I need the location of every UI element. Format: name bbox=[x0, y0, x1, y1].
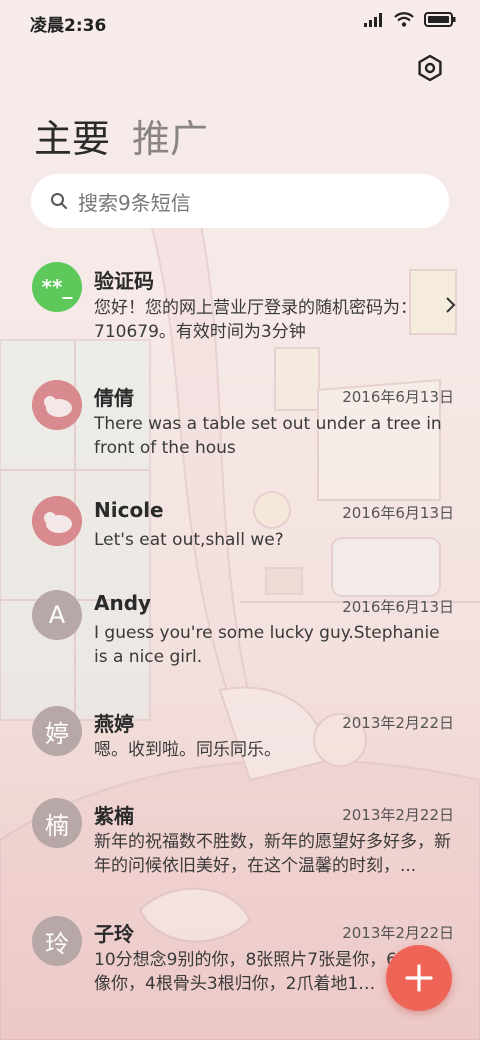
photo-avatar-icon bbox=[32, 380, 82, 430]
message-preview: Let's eat out,shall we? bbox=[94, 530, 284, 550]
battery-icon bbox=[424, 12, 456, 27]
tab-promotions[interactable]: 推广 bbox=[132, 108, 208, 163]
sender-name: 紫楠 bbox=[94, 804, 134, 828]
message-item[interactable]: A Andy 2016年6月13日 I guess you're some lu… bbox=[0, 588, 480, 688]
avatar bbox=[32, 496, 82, 546]
avatar-label: 婷 bbox=[45, 719, 69, 748]
tab-bar: 主要 推广 bbox=[34, 108, 208, 163]
tab-primary[interactable]: 主要 bbox=[34, 108, 110, 163]
avatar bbox=[32, 380, 82, 430]
plus-icon bbox=[405, 964, 433, 992]
message-item[interactable]: 婷 燕婷 2013年2月22日 嗯。收到啦。同乐同乐。 bbox=[0, 704, 480, 774]
status-bar: 凌晨2:36 bbox=[0, 0, 480, 42]
search-bar[interactable]: 搜索9条短信 bbox=[31, 174, 449, 228]
avatar-label: A bbox=[48, 601, 66, 629]
status-time: 凌晨2:36 bbox=[30, 16, 107, 36]
message-date: 2013年2月22日 bbox=[342, 806, 454, 824]
avatar-label: 玲 bbox=[45, 929, 69, 958]
avatar: A bbox=[32, 590, 82, 640]
message-preview: 新年的祝福数不胜数，新年的愿望好多好多，新年的问候依旧美好，在这个温馨的时刻，.… bbox=[94, 832, 451, 876]
photo-avatar-icon bbox=[32, 496, 82, 546]
message-item[interactable]: 倩倩 2016年6月13日 There was a table set out … bbox=[0, 378, 480, 478]
settings-gear-icon[interactable] bbox=[416, 54, 444, 82]
message-preview: I guess you're some lucky guy.Stephanie … bbox=[94, 623, 440, 667]
message-item-verification[interactable]: **_ 验证码 您好！您的网上营业厅登录的随机密码为：710679。有效时间为3… bbox=[0, 258, 480, 358]
message-preview: There was a table set out under a tree i… bbox=[94, 414, 442, 458]
sender-name: Nicole bbox=[94, 498, 164, 522]
signal-icon bbox=[364, 12, 382, 27]
message-preview: 您好！您的网上营业厅登录的随机密码为：710679。有效时间为3分钟 bbox=[94, 298, 417, 342]
avatar: 楠 bbox=[32, 798, 82, 848]
message-item[interactable]: 楠 紫楠 2013年2月22日 新年的祝福数不胜数，新年的愿望好多好多，新年的问… bbox=[0, 796, 480, 896]
wifi-icon bbox=[394, 12, 414, 27]
sender-name: 燕婷 bbox=[94, 712, 134, 736]
search-icon bbox=[51, 193, 67, 209]
message-date: 2016年6月13日 bbox=[342, 388, 454, 406]
sender-name: 倩倩 bbox=[94, 386, 134, 410]
chevron-right-icon bbox=[446, 297, 456, 313]
avatar: 玲 bbox=[32, 916, 82, 966]
compose-button[interactable] bbox=[386, 945, 452, 1011]
sender-name: Andy bbox=[94, 591, 152, 615]
search-placeholder: 搜索9条短信 bbox=[78, 190, 191, 215]
message-preview: 嗯。收到啦。同乐同乐。 bbox=[94, 740, 281, 760]
message-date: 2013年2月22日 bbox=[342, 714, 454, 732]
message-item[interactable]: Nicole 2016年6月13日 Let's eat out,shall we… bbox=[0, 494, 480, 564]
sender-name: 验证码 bbox=[94, 269, 154, 293]
avatar: **_ bbox=[32, 262, 82, 312]
status-icons bbox=[364, 12, 456, 27]
message-date: 2013年2月22日 bbox=[342, 924, 454, 942]
sender-name: 子玲 bbox=[94, 922, 134, 946]
message-date: 2016年6月13日 bbox=[342, 504, 454, 522]
avatar: 婷 bbox=[32, 706, 82, 756]
avatar-label: 楠 bbox=[45, 811, 69, 840]
message-date: 2016年6月13日 bbox=[342, 598, 454, 616]
avatar-label: **_ bbox=[41, 275, 73, 299]
